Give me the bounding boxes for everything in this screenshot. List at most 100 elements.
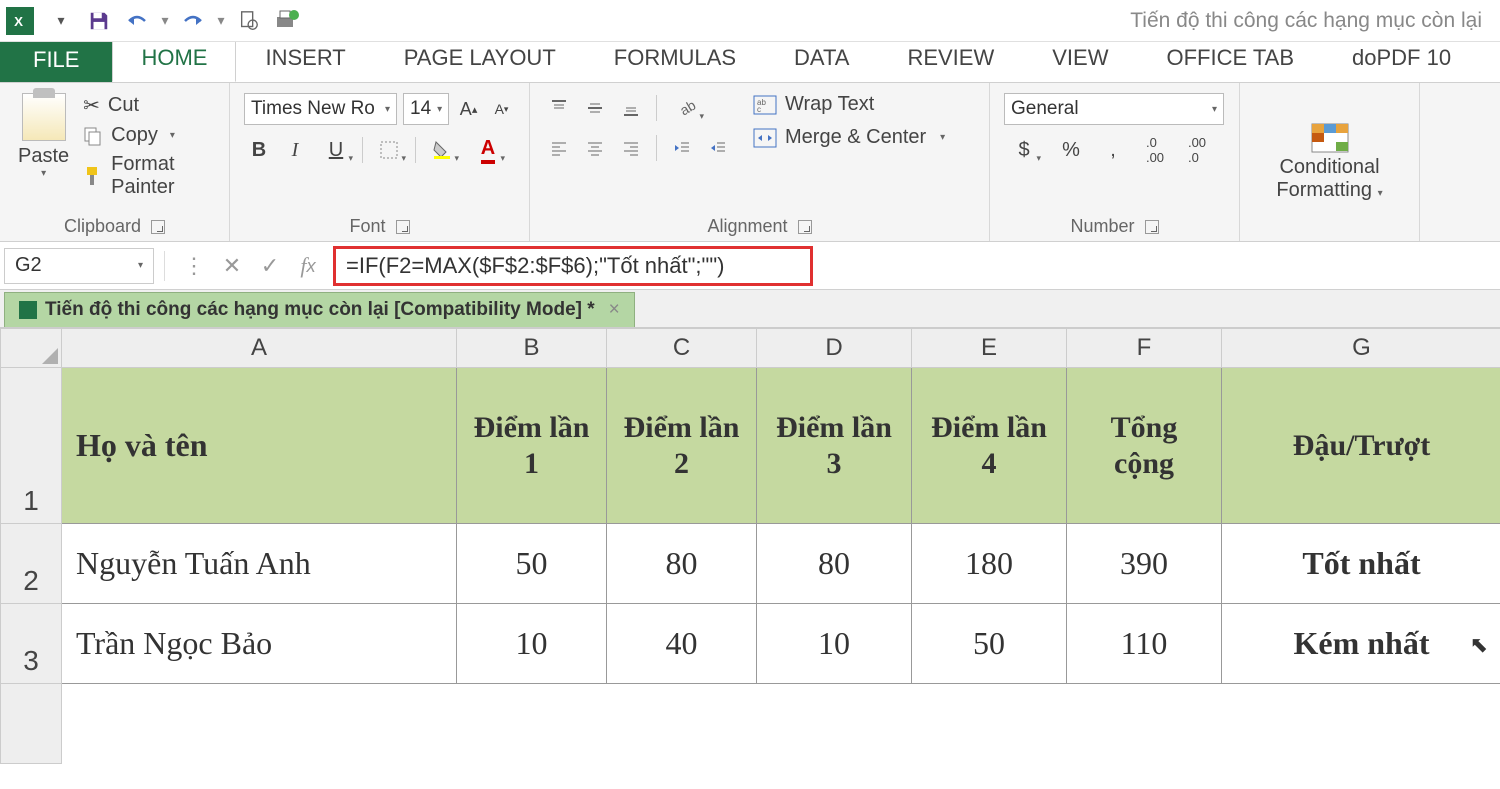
svg-text:ab: ab [678,99,696,117]
redo-icon[interactable] [176,4,210,38]
wrap-text-button[interactable]: abcWrap Text [753,93,945,116]
col-header-d[interactable]: D [757,328,912,368]
name-box[interactable]: G2▾ [4,248,154,284]
tab-view[interactable]: VIEW [1023,36,1137,82]
header-cell[interactable]: Điểm lần 3 [757,368,912,524]
enter-icon[interactable]: ✓ [251,248,289,284]
header-cell[interactable]: Tổng cộng [1067,368,1222,524]
tab-dopdf[interactable]: doPDF 10 [1323,36,1480,82]
align-center-icon[interactable] [580,133,610,163]
increase-indent-icon[interactable] [703,133,733,163]
paste-button[interactable]: Paste ▾ [10,89,77,212]
alignment-dialog-launcher[interactable] [798,220,812,234]
align-right-icon[interactable] [616,133,646,163]
cell[interactable]: Tốt nhất [1222,524,1500,604]
col-header-c[interactable]: C [607,328,757,368]
orientation-icon[interactable]: ab [667,93,707,123]
align-left-icon[interactable] [544,133,574,163]
insert-function-icon[interactable]: fx [289,248,327,284]
number-format-combo[interactable]: General▾ [1004,93,1224,125]
header-cell[interactable]: Điểm lần 1 [457,368,607,524]
percent-format-icon[interactable]: % [1056,135,1086,165]
cell[interactable]: 50 [457,524,607,604]
cell[interactable]: 50 [912,604,1067,684]
cell[interactable]: 80 [757,524,912,604]
formula-menu-icon[interactable]: ⋮ [175,248,213,284]
cell[interactable]: Trần Ngọc Bảo [62,604,457,684]
formula-input[interactable]: =IF(F2=MAX($F$2:$F$6);"Tốt nhất";"") [333,246,813,286]
cut-button[interactable]: ✂Cut [83,93,219,118]
cell[interactable]: 40 [607,604,757,684]
col-header-f[interactable]: F [1067,328,1222,368]
tab-insert[interactable]: INSERT [236,36,374,82]
col-header-e[interactable]: E [912,328,1067,368]
borders-button[interactable] [369,135,409,165]
format-painter-button[interactable]: Format Painter [83,153,219,199]
cell[interactable]: Nguyễn Tuấn Anh [62,524,457,604]
accounting-format-icon[interactable]: $ [1004,135,1044,165]
header-cell[interactable]: Họ và tên [62,368,457,524]
group-conditional-formatting: Conditional Formatting ▾ [1240,83,1420,241]
close-tab-icon[interactable]: × [609,299,620,321]
align-top-icon[interactable] [544,93,574,123]
tab-office-tab[interactable]: OFFICE TAB [1137,36,1323,82]
italic-button[interactable]: I [280,135,310,165]
cell[interactable]: 10 [457,604,607,684]
select-all-corner[interactable] [0,328,62,368]
tab-review[interactable]: REVIEW [878,36,1023,82]
copy-button[interactable]: Copy▾ [83,124,219,147]
comma-format-icon[interactable]: , [1098,135,1128,165]
font-dialog-launcher[interactable] [396,220,410,234]
tab-file[interactable]: FILE [0,38,112,82]
fill-color-button[interactable] [422,135,462,165]
cell[interactable]: 80 [607,524,757,604]
cell[interactable]: Kém nhất [1222,604,1500,684]
header-cell[interactable]: Điểm lần 4 [912,368,1067,524]
tab-data[interactable]: DATA [765,36,878,82]
col-header-a[interactable]: A [62,328,457,368]
decrease-font-icon[interactable]: A▾ [488,94,515,124]
font-name-combo[interactable]: Times New Ro▾ [244,93,397,125]
quick-print-icon[interactable] [270,4,304,38]
row-header-4[interactable] [0,684,62,764]
header-cell[interactable]: Đậu/Trượt [1222,368,1500,524]
bold-button[interactable]: B [244,135,274,165]
window-title: Tiến độ thi công các hạng mục còn lại [1130,9,1482,33]
document-tab[interactable]: Tiến độ thi công các hạng mục còn lại [C… [4,292,635,327]
cell[interactable]: 390 [1067,524,1222,604]
tab-formulas[interactable]: FORMULAS [585,36,765,82]
increase-font-icon[interactable]: A▴ [455,94,482,124]
cell[interactable]: 110 [1067,604,1222,684]
font-size-combo[interactable]: 14▾ [403,93,449,125]
underline-button[interactable]: U [316,135,356,165]
tab-page-layout[interactable]: PAGE LAYOUT [375,36,585,82]
row-header-1[interactable]: 1 [0,368,62,524]
increase-decimal-icon[interactable]: .0.00 [1140,135,1170,165]
save-icon[interactable] [82,4,116,38]
redo-dropdown[interactable]: ▾ [214,4,228,38]
qat-dropdown[interactable]: ▾ [44,4,78,38]
row-header-2[interactable]: 2 [0,524,62,604]
col-header-g[interactable]: G [1222,328,1500,368]
tab-home[interactable]: HOME [112,36,236,82]
print-preview-icon[interactable] [232,4,266,38]
header-cell[interactable]: Điểm lần 2 [607,368,757,524]
clipboard-dialog-launcher[interactable] [151,220,165,234]
decrease-decimal-icon[interactable]: .00.0 [1182,135,1212,165]
alignment-group-label: Alignment [707,216,787,237]
cell[interactable]: 180 [912,524,1067,604]
number-dialog-launcher[interactable] [1145,220,1159,234]
decrease-indent-icon[interactable] [667,133,697,163]
row-header-3[interactable]: 3 [0,604,62,684]
col-header-b[interactable]: B [457,328,607,368]
font-color-button[interactable]: A [468,135,508,165]
undo-dropdown[interactable]: ▾ [158,4,172,38]
cancel-icon[interactable]: ✕ [213,248,251,284]
group-alignment: ab abcWrap Text Merge & Center▾ Alignmen… [530,83,990,241]
cell[interactable]: 10 [757,604,912,684]
align-bottom-icon[interactable] [616,93,646,123]
undo-icon[interactable] [120,4,154,38]
merge-center-button[interactable]: Merge & Center▾ [753,126,945,149]
conditional-formatting-button[interactable]: Conditional Formatting ▾ [1250,89,1409,233]
align-middle-icon[interactable] [580,93,610,123]
